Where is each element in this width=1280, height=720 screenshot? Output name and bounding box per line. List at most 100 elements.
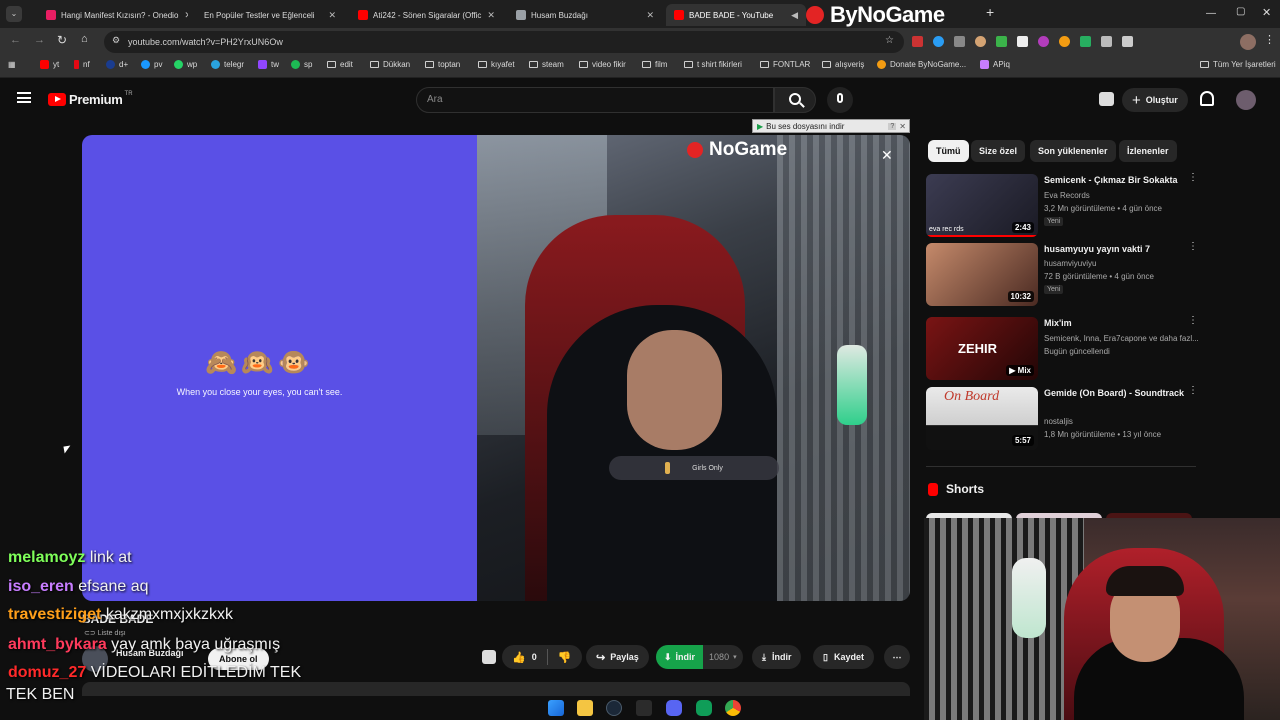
windows-start-icon[interactable]	[548, 700, 564, 716]
browser-tab-3[interactable]: Husam Buzdağı ✕	[508, 4, 662, 26]
hamburger-menu-icon[interactable]	[17, 92, 31, 103]
apps-grid-icon[interactable]: ▦	[8, 60, 16, 69]
voice-search-icon[interactable]	[827, 87, 853, 113]
bookmark-tw[interactable]: tw	[258, 60, 279, 69]
extensions-puzzle-icon[interactable]	[1122, 36, 1133, 47]
video-thumbnail[interactable]: ZEHIR ▶ Mix	[926, 317, 1038, 380]
bookmark-apiq[interactable]: APiq	[980, 60, 1010, 69]
tab-close-icon[interactable]: ✕	[481, 10, 495, 21]
forward-icon[interactable]: →	[34, 34, 45, 46]
bookmark-toptan[interactable]: toptan	[425, 60, 460, 69]
browser-tab-0[interactable]: Hangi Manifest Kızısın? - Onedio ✕	[38, 4, 188, 26]
popup-close-icon[interactable]: ✕	[899, 122, 906, 131]
more-options-icon[interactable]: ⋮	[1188, 173, 1198, 183]
site-info-icon[interactable]: ⚙	[112, 35, 120, 46]
extension-icon[interactable]	[912, 36, 923, 47]
chip-watched[interactable]: İzlenenler	[1119, 140, 1177, 162]
chip-recently-uploaded[interactable]: Son yüklenenler	[1030, 140, 1116, 162]
profile-avatar[interactable]	[1240, 34, 1256, 50]
reload-icon[interactable]: ↻	[57, 33, 67, 47]
bookmark-pv[interactable]: pv	[141, 60, 162, 69]
bookmark-donate[interactable]: Donate ByNoGame...	[877, 60, 966, 69]
video-title[interactable]: Semicenk - Çıkmaz Bir Sokakta	[1044, 174, 1194, 186]
bookmark-film[interactable]: film	[642, 60, 667, 69]
shorts-header[interactable]: Shorts	[928, 482, 984, 496]
bookmark-edit[interactable]: edit	[327, 60, 353, 69]
download-audio-popup[interactable]: ▶ Bu ses dosyasını indir ? ✕	[752, 119, 910, 133]
chrome-icon[interactable]	[725, 700, 741, 716]
bookmark-tshirt[interactable]: t shirt fikirleri	[684, 60, 742, 69]
chip-for-you[interactable]: Size özel	[971, 140, 1026, 162]
download-button[interactable]: ⤓ İndir	[752, 645, 802, 669]
extension-icon[interactable]	[1080, 36, 1091, 47]
file-explorer-icon[interactable]	[577, 700, 593, 716]
recommended-video[interactable]: eva rec rds 2:43 Semicenk - Çıkmaz Bir S…	[926, 173, 1198, 240]
search-button[interactable]	[774, 87, 816, 113]
more-options-icon[interactable]: ⋮	[1188, 386, 1198, 396]
video-channel[interactable]: nostaljis	[1044, 417, 1199, 426]
tab-close-icon[interactable]: ✕	[640, 10, 654, 21]
browser-tab-2[interactable]: Ati242 - Sönen Sigaralar (Offic ✕	[350, 4, 502, 26]
notifications-bell-icon[interactable]	[1200, 91, 1214, 106]
share-button[interactable]: ↪ Paylaş	[586, 645, 649, 669]
video-thumbnail[interactable]: 10:32	[926, 243, 1038, 306]
save-button[interactable]: ▯ Kaydet	[813, 645, 874, 669]
home-icon[interactable]: ⌂	[81, 33, 88, 45]
maximize-icon[interactable]: ▢	[1236, 6, 1245, 17]
close-window-icon[interactable]: ✕	[1262, 6, 1271, 19]
video-title[interactable]: husamyuyu yayın vakti 7	[1044, 243, 1194, 255]
bynogame-extension-icon[interactable]	[1099, 92, 1114, 106]
download-green-button[interactable]: ⬇ İndir 1080 ▾	[656, 645, 743, 669]
bookmark-dukkan[interactable]: Dükkan	[370, 60, 410, 69]
discord-icon[interactable]	[666, 700, 682, 716]
steam-icon[interactable]	[606, 700, 622, 716]
recommended-video[interactable]: 10:32 husamyuyu yayın vakti 7 husamviyuv…	[926, 242, 1199, 309]
like-button[interactable]: 👍 0 👎	[502, 645, 582, 669]
video-channel[interactable]: husamviyuviyu	[1044, 259, 1199, 268]
tab-audio-icon[interactable]: ◀	[785, 10, 798, 21]
new-tab-button[interactable]: +	[986, 4, 994, 20]
minimize-icon[interactable]: —	[1206, 8, 1216, 19]
video-thumbnail[interactable]: On Board 5:57	[926, 387, 1038, 450]
back-icon[interactable]: ←	[10, 34, 21, 46]
chip-all[interactable]: Tümü	[928, 140, 969, 162]
bookmark-telegram[interactable]: telegr	[211, 60, 244, 69]
bynogame-action-icon[interactable]	[482, 650, 496, 664]
bookmark-nf[interactable]: nf	[74, 60, 90, 69]
player-close-icon[interactable]: ✕	[881, 147, 893, 164]
help-icon[interactable]: ?	[888, 122, 897, 130]
youtube-logo[interactable]: Premium TR	[48, 91, 133, 107]
recommended-video[interactable]: On Board 5:57 Gemide (On Board) - Soundt…	[926, 386, 1199, 453]
browser-tab-1[interactable]: En Popüler Testler ve Eğlenceli ✕	[196, 4, 344, 26]
video-channel[interactable]: Semicenk, Inna, Era7capone ve daha fazl.…	[1044, 334, 1199, 343]
description-box[interactable]	[82, 682, 910, 696]
bookmark-video-fikir[interactable]: video fikir	[579, 60, 626, 69]
bookmark-wp[interactable]: wp	[174, 60, 197, 69]
bookmark-dplus[interactable]: d+	[106, 60, 128, 69]
extension-icon[interactable]	[996, 36, 1007, 47]
bookmark-steam[interactable]: steam	[529, 60, 564, 69]
extension-icon[interactable]	[975, 36, 986, 47]
create-button[interactable]: + Oluştur	[1122, 88, 1188, 112]
browser-tab-4[interactable]: BADE BADE - YouTube ◀	[666, 4, 806, 26]
bookmark-sp[interactable]: sp	[291, 60, 312, 69]
extension-icon[interactable]	[954, 36, 965, 47]
video-thumbnail[interactable]: eva rec rds 2:43	[926, 174, 1038, 237]
app-icon[interactable]	[636, 700, 652, 716]
bookmark-alisveris[interactable]: alışveriş	[822, 60, 864, 69]
bookmark-kiyafet[interactable]: kıyafet	[478, 60, 515, 69]
all-bookmarks[interactable]: Tüm Yer İşaretleri	[1200, 60, 1276, 69]
extension-icon[interactable]	[1038, 36, 1049, 47]
video-player[interactable]: 🙈🙉🐵 When you close your eyes, you can't …	[82, 135, 910, 601]
extension-icon[interactable]	[1017, 36, 1028, 47]
video-title[interactable]: Gemide (On Board) - Soundtrack	[1044, 387, 1194, 399]
account-avatar[interactable]	[1236, 90, 1256, 110]
search-input[interactable]: Ara	[416, 87, 774, 113]
bookmark-fontlar[interactable]: FONTLAR	[760, 60, 810, 69]
more-options-icon[interactable]: ⋮	[1188, 316, 1198, 326]
more-actions-button[interactable]: ⋯	[884, 645, 910, 669]
recommended-mix[interactable]: ZEHIR ▶ Mix Mix'im Semicenk, Inna, Era7c…	[926, 316, 1199, 383]
browser-menu-icon[interactable]: ⋮	[1264, 33, 1275, 46]
extension-icon[interactable]	[1101, 36, 1112, 47]
more-options-icon[interactable]: ⋮	[1188, 242, 1198, 252]
